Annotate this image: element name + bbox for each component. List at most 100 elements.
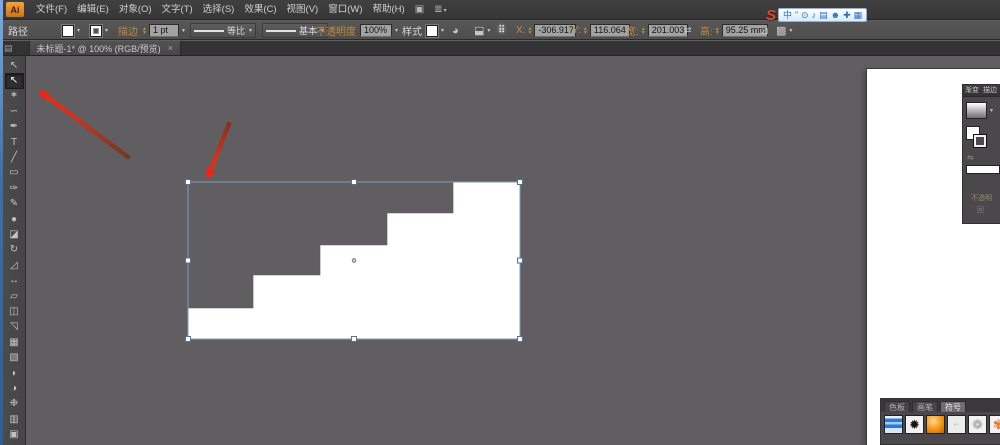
chevron-down-icon[interactable]: ▾ xyxy=(395,27,398,34)
chevron-down-icon[interactable]: ▾ xyxy=(789,27,792,34)
workspace-switcher-icon[interactable]: ≣▾ xyxy=(429,4,451,15)
selection-tool[interactable]: ↖ xyxy=(5,58,24,73)
scale-tool[interactable]: ◿ xyxy=(5,258,24,273)
gradient-ramp[interactable] xyxy=(966,165,1000,174)
staircase-shape[interactable] xyxy=(188,182,520,339)
symbol-ink-splat[interactable]: ✹ xyxy=(905,415,924,434)
stroke-color-swatch[interactable] xyxy=(90,25,102,37)
width-profile-select[interactable]: 等比 ▾ xyxy=(190,23,256,38)
chevron-down-icon[interactable]: ▾ xyxy=(105,27,108,34)
chevron-down-icon[interactable]: ▾ xyxy=(990,107,993,114)
opacity-field[interactable]: 100% xyxy=(360,24,392,37)
menu-effect[interactable]: 效果(C) xyxy=(239,0,281,20)
magic-wand-tool[interactable]: ✶ xyxy=(5,89,24,104)
tab-brushes[interactable]: 画笔 xyxy=(912,401,938,412)
chevron-down-icon[interactable]: ▾ xyxy=(441,27,444,34)
style-swatch[interactable] xyxy=(426,25,438,37)
document-tab[interactable]: 未标题-1* @ 100% (RGB/预览) × xyxy=(29,41,181,55)
height-stepper[interactable]: ▲▼ xyxy=(715,27,720,35)
width-field[interactable]: 201.003 xyxy=(648,24,688,37)
stroke-panel-tab[interactable]: 描边 xyxy=(983,86,997,96)
blend-tool[interactable]: ◑ xyxy=(5,381,24,396)
stroke-weight-field[interactable]: 1 pt xyxy=(149,24,179,37)
gradient-panel-tab[interactable]: 渐变 xyxy=(965,86,979,96)
x-field[interactable]: -306.917 xyxy=(534,24,576,37)
menu-edit[interactable]: 编辑(E) xyxy=(72,0,114,20)
arrange-documents-icon[interactable]: ▣ xyxy=(410,4,429,15)
selection-handle[interactable] xyxy=(352,180,357,185)
stroke-weight-stepper[interactable]: ▲▼ xyxy=(142,27,147,35)
pencil-tool[interactable]: ✎ xyxy=(5,197,24,212)
y-stepper[interactable]: ▲▼ xyxy=(583,27,588,35)
symbol-orange-sphere[interactable] xyxy=(926,415,945,434)
chevron-down-icon[interactable]: ▾ xyxy=(77,27,80,34)
mic-icon[interactable]: ♪ xyxy=(812,8,817,22)
gradient-thumbnail[interactable] xyxy=(966,102,987,119)
tab-swatches[interactable]: 色板 xyxy=(884,401,910,412)
punctuation-icon[interactable]: ” xyxy=(795,8,798,22)
opacity-panel-link[interactable]: 不透明度 xyxy=(316,23,356,38)
grid-icon[interactable]: ▦ xyxy=(854,8,863,22)
shear-icon[interactable]: ⊿ xyxy=(760,24,769,37)
artboard-tool[interactable]: ▣ xyxy=(5,427,24,442)
y-field[interactable]: 116.064 xyxy=(590,24,630,37)
column-graph-tool[interactable]: ▥ xyxy=(5,412,24,427)
chinese-mode-icon[interactable]: 中 xyxy=(783,8,792,22)
stroke-panel-link[interactable]: 描边 xyxy=(118,23,138,38)
menu-window[interactable]: 窗口(W) xyxy=(323,0,367,20)
close-icon[interactable]: × xyxy=(168,43,173,53)
eyedropper-tool[interactable]: ◗ xyxy=(5,366,24,381)
symbol-sprayer-tool[interactable]: ❉ xyxy=(5,397,24,412)
chevron-down-icon[interactable]: ▾ xyxy=(182,27,185,34)
direct-selection-tool[interactable]: ↖ xyxy=(5,73,24,88)
link-dimensions-icon[interactable]: ⇄ xyxy=(684,25,692,36)
chevron-down-icon[interactable]: ▾ xyxy=(487,27,490,34)
rectangle-tool[interactable]: ▭ xyxy=(5,166,24,181)
selection-handle[interactable] xyxy=(186,337,191,342)
tab-symbols[interactable]: 符号 xyxy=(940,401,966,412)
align-icon[interactable]: ⬓ xyxy=(474,24,484,37)
width-tool[interactable]: ↔ xyxy=(5,273,24,288)
lasso-tool[interactable]: ∽ xyxy=(5,104,24,119)
menu-help[interactable]: 帮助(H) xyxy=(368,0,410,20)
pen-tool[interactable]: ✒ xyxy=(5,120,24,135)
settings-icon[interactable]: ⊙ xyxy=(801,8,809,22)
toolbox-icon[interactable]: ✚ xyxy=(843,8,851,22)
rotate-tool[interactable]: ↻ xyxy=(5,243,24,258)
perspective-grid-tool[interactable]: ◹ xyxy=(5,320,24,335)
symbol-blue-stripes[interactable] xyxy=(884,415,903,434)
mesh-tool[interactable]: ▦ xyxy=(5,335,24,350)
selection-handle[interactable] xyxy=(352,337,357,342)
line-segment-tool[interactable]: ╱ xyxy=(5,150,24,165)
keyboard-icon[interactable]: ▤ xyxy=(819,8,828,22)
recolor-artwork-icon[interactable]: ◕ xyxy=(452,25,459,37)
fill-color-swatch[interactable] xyxy=(62,25,74,37)
symbol-orange-flower[interactable]: ✾ xyxy=(989,415,1000,434)
person-icon[interactable]: ☻ xyxy=(831,8,840,22)
menu-object[interactable]: 对象(O) xyxy=(114,0,157,20)
shape-builder-tool[interactable]: ◫ xyxy=(5,304,24,319)
symbol-blank[interactable]: ⌐ xyxy=(947,415,966,434)
menu-view[interactable]: 视图(V) xyxy=(282,0,324,20)
selection-handle[interactable] xyxy=(518,258,523,263)
reference-point-locator-icon[interactable]: ⠿ xyxy=(498,25,505,36)
blob-brush-tool[interactable]: ● xyxy=(5,212,24,227)
reverse-gradient-icon[interactable]: ⇋ xyxy=(967,153,974,162)
selection-handle[interactable] xyxy=(518,337,523,342)
sogou-logo-icon[interactable]: S xyxy=(766,7,776,24)
x-stepper[interactable]: ▲▼ xyxy=(527,27,532,35)
eraser-tool[interactable]: ◪ xyxy=(5,227,24,242)
selection-handle[interactable] xyxy=(186,180,191,185)
symbol-gray-flower[interactable]: ❁ xyxy=(968,415,987,434)
width-stepper[interactable]: ▲▼ xyxy=(641,27,646,35)
menu-type[interactable]: 文字(T) xyxy=(157,0,198,20)
isolate-selected-object-icon[interactable]: ▩ xyxy=(776,24,786,37)
paintbrush-tool[interactable]: ✑ xyxy=(5,181,24,196)
free-transform-tool[interactable]: ▱ xyxy=(5,289,24,304)
selection-handle[interactable] xyxy=(518,180,523,185)
stroke-indicator-swatch[interactable] xyxy=(974,135,986,147)
selection-handle[interactable] xyxy=(186,258,191,263)
menu-file[interactable]: 文件(F) xyxy=(31,0,72,20)
menu-select[interactable]: 选择(S) xyxy=(198,0,240,20)
type-tool[interactable]: T xyxy=(5,135,24,150)
